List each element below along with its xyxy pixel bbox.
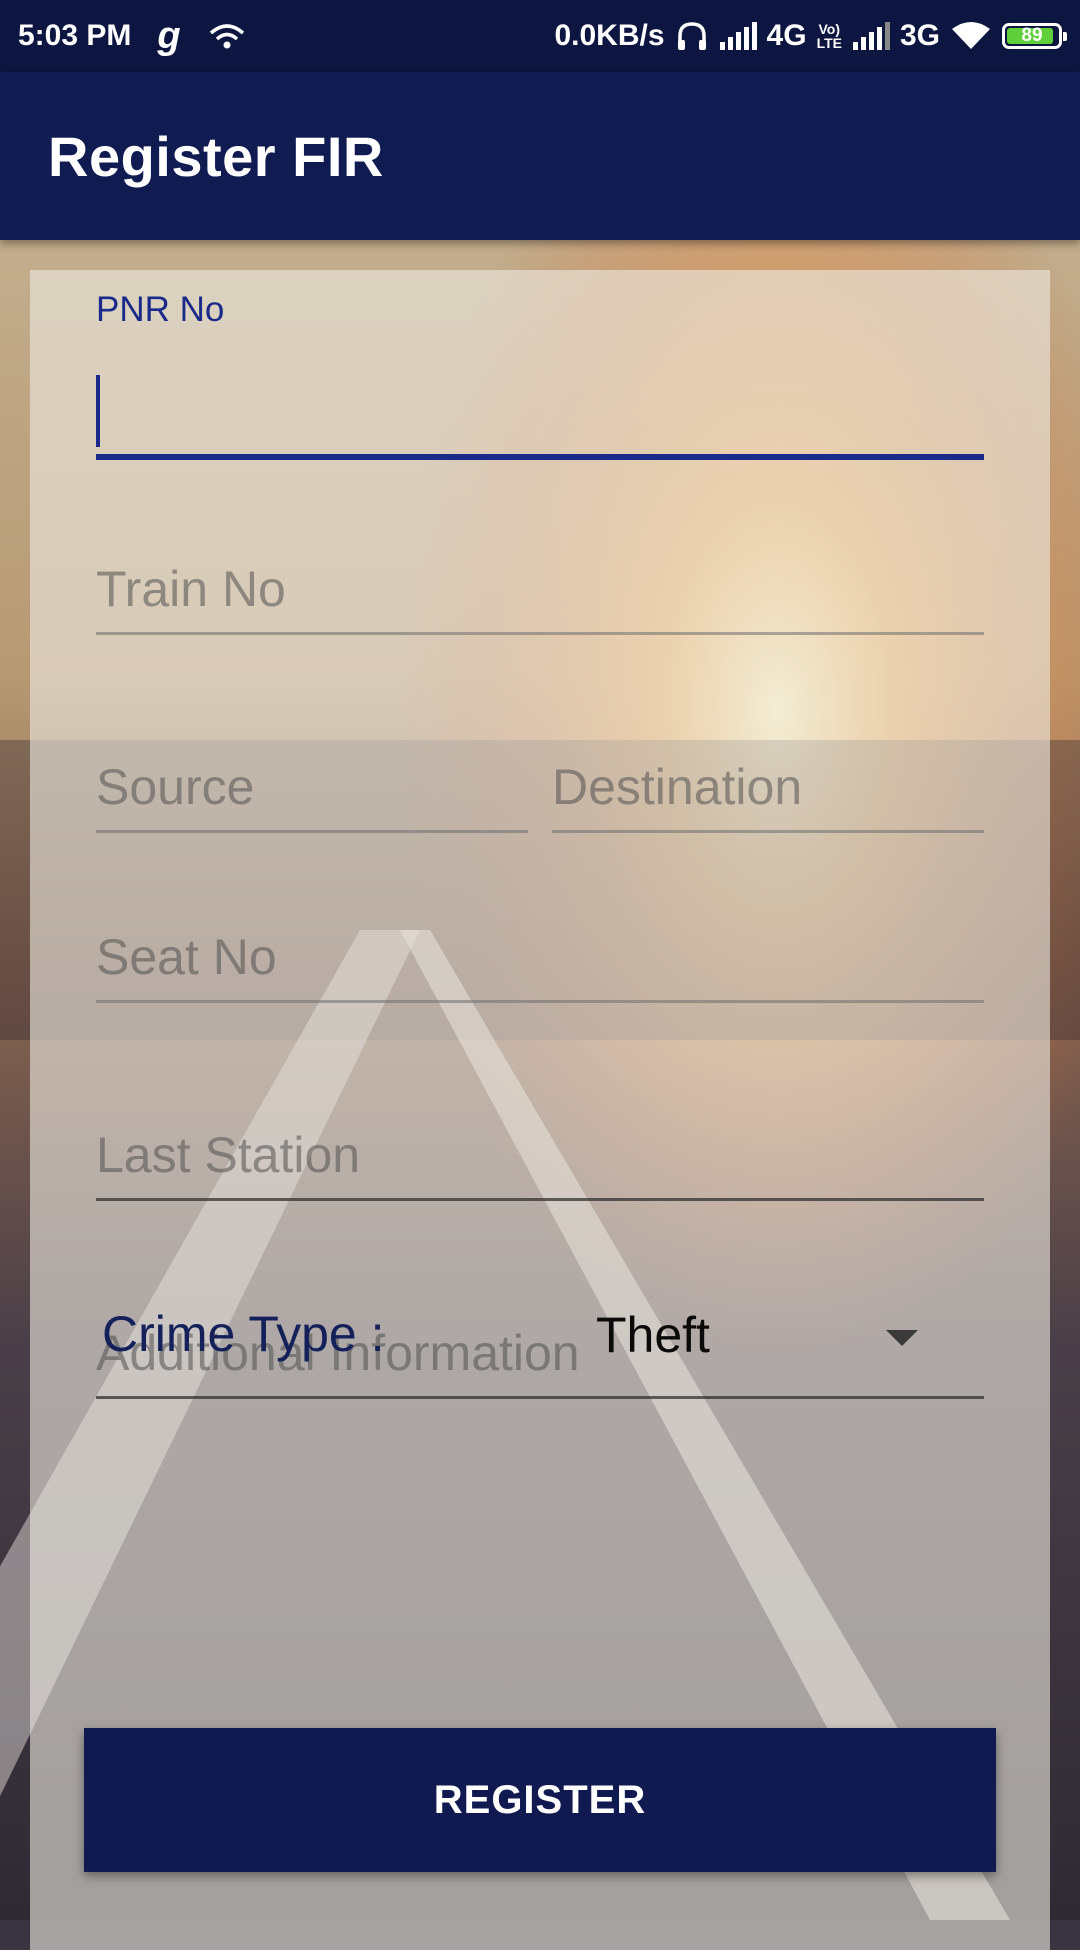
- dropdown-arrow-icon: [886, 1330, 918, 1346]
- destination-hint: Destination: [552, 759, 803, 815]
- crime-type-dropdown[interactable]: Theft: [560, 1280, 960, 1390]
- pnr-label: PNR No: [96, 290, 225, 329]
- page-title: Register FIR: [48, 124, 384, 188]
- network-type-1: 4G: [766, 19, 807, 52]
- pnr-field[interactable]: PNR No: [96, 290, 984, 470]
- seat-no-field[interactable]: Seat No: [96, 918, 984, 1028]
- app-bar: Register FIR: [0, 72, 1080, 240]
- train-no-underline: [96, 632, 984, 635]
- last-station-field[interactable]: Last Station: [96, 1116, 984, 1226]
- battery-indicator: 89: [1002, 23, 1067, 49]
- source-underline: [96, 830, 528, 833]
- seat-no-underline: [96, 1000, 984, 1003]
- source-field[interactable]: Source: [96, 748, 528, 858]
- pnr-underline: [96, 454, 984, 460]
- form-card: PNR No Train No Source Destination Seat …: [30, 270, 1050, 1950]
- volte-badge: Vo) LTE: [816, 21, 842, 51]
- data-rate: 0.0KB/s: [554, 19, 665, 52]
- headphones-icon: [675, 20, 709, 52]
- last-station-hint: Last Station: [96, 1127, 361, 1183]
- crime-type-label: Crime Type :: [102, 1306, 385, 1362]
- network-type-2: 3G: [899, 19, 940, 52]
- text-cursor: [96, 375, 100, 447]
- seat-no-hint: Seat No: [96, 929, 277, 985]
- app-notification-icon: g: [157, 14, 181, 57]
- train-no-hint: Train No: [96, 561, 286, 617]
- pnr-input[interactable]: [96, 360, 984, 442]
- signal-icon: [852, 22, 890, 50]
- additional-info-underline: [96, 1396, 984, 1399]
- signal-icon: [719, 22, 757, 50]
- crime-type-value: Theft: [596, 1307, 710, 1363]
- status-bar: 5:03 PM g 0.0KB/s 4G Vo) LTE 3G 89: [0, 0, 1080, 72]
- wifi-hotspot-icon: [207, 21, 247, 51]
- source-hint: Source: [96, 759, 255, 815]
- register-button[interactable]: REGISTER: [84, 1728, 996, 1872]
- train-no-field[interactable]: Train No: [96, 550, 984, 660]
- destination-field[interactable]: Destination: [552, 748, 984, 858]
- wifi-icon: [950, 21, 992, 51]
- last-station-underline: [96, 1198, 984, 1201]
- destination-underline: [552, 830, 984, 833]
- status-time: 5:03 PM: [18, 19, 132, 52]
